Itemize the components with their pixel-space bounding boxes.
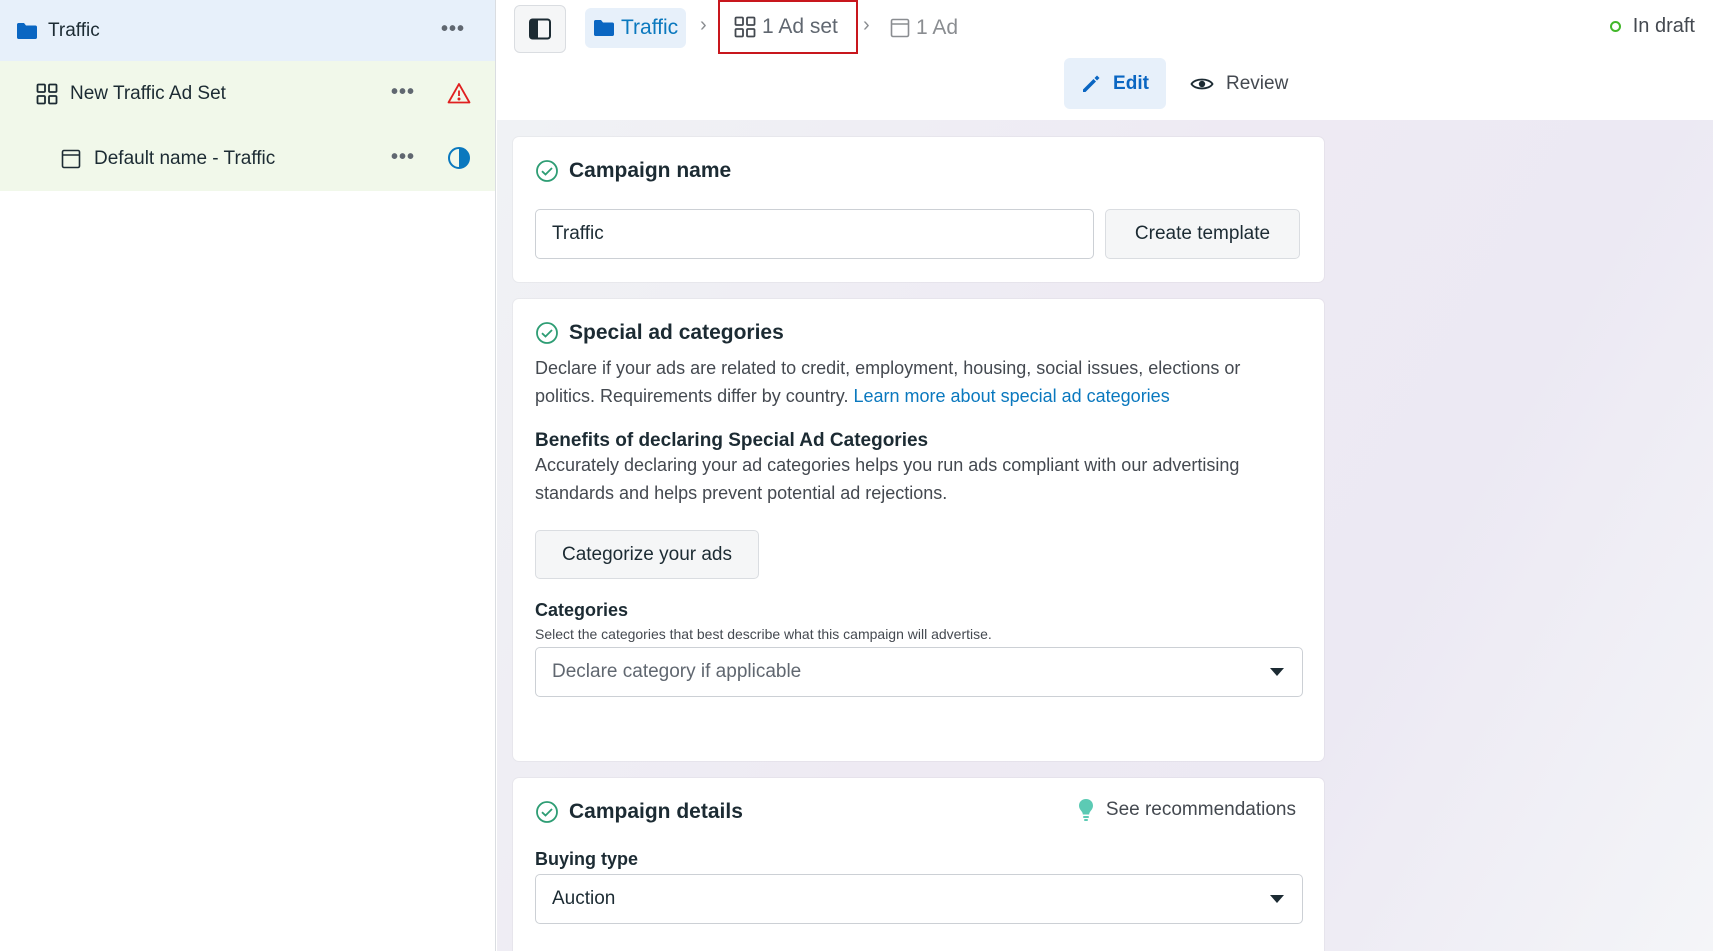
more-options-button[interactable]: ••• [391, 82, 415, 102]
section-title-label: Campaign name [569, 159, 732, 182]
editor-main: Campaign name Traffic Create template Sp… [497, 120, 1713, 951]
benefits-heading: Benefits of declaring Special Ad Categor… [535, 430, 929, 451]
categorize-ads-button[interactable]: Categorize your ads [535, 530, 759, 579]
tree-item-adset[interactable]: New Traffic Ad Set ••• [0, 61, 495, 126]
status-dot-icon [1609, 21, 1621, 32]
buying-type-select[interactable]: Auction [535, 874, 1303, 924]
tree-item-label: New Traffic Ad Set [70, 82, 226, 104]
half-circle-icon [446, 145, 472, 171]
review-mode-button[interactable]: Review [1190, 58, 1288, 109]
caret-down-icon [1270, 895, 1284, 903]
see-recommendations-button[interactable]: See recommendations [1078, 798, 1296, 822]
section-title: Campaign details [535, 800, 743, 824]
tree-item-ad[interactable]: Default name - Traffic ••• [0, 126, 495, 191]
breadcrumb-ad[interactable]: 1 Ad [890, 8, 958, 48]
tree-item-campaign[interactable]: Traffic ••• [0, 0, 495, 61]
campaign-name-card: Campaign name Traffic Create template [513, 137, 1324, 282]
tree-item-label: Default name - Traffic [94, 147, 276, 169]
edit-label: Edit [1113, 72, 1149, 94]
categories-help-text: Select the categories that best describe… [535, 626, 992, 642]
editor-header: Traffic › 1 Ad set › 1 Ad In draft Edit … [497, 0, 1713, 120]
folder-icon [593, 19, 615, 37]
warning-icon [446, 80, 472, 106]
breadcrumb-label: 1 Ad [916, 16, 959, 39]
sidebar-toggle-icon [528, 18, 552, 40]
caret-down-icon [1270, 668, 1284, 676]
categories-placeholder: Declare category if applicable [552, 661, 802, 682]
special-ad-categories-card: Special ad categories Declare if your ad… [513, 299, 1324, 761]
grid-icon [36, 83, 58, 105]
section-title: Special ad categories [535, 321, 784, 345]
breadcrumb-label: Traffic [621, 16, 679, 39]
create-template-button[interactable]: Create template [1105, 209, 1300, 259]
more-options-button[interactable]: ••• [391, 147, 415, 167]
edit-mode-button[interactable]: Edit [1064, 58, 1166, 109]
check-circle-icon [535, 159, 559, 183]
section-title: Campaign name [535, 159, 731, 183]
breadcrumb-separator: › [863, 14, 870, 36]
check-circle-icon [535, 800, 559, 824]
folder-icon [16, 20, 38, 42]
toggle-sidebar-button[interactable] [514, 5, 566, 53]
draft-status: In draft [1609, 15, 1695, 38]
check-circle-icon [535, 321, 559, 345]
campaign-tree-sidebar: Traffic ••• New Traffic Ad Set ••• Defau… [0, 0, 496, 951]
campaign-name-input[interactable]: Traffic [535, 209, 1094, 259]
lightbulb-icon [1078, 798, 1094, 822]
benefits-text: Accurately declaring your ad categories … [535, 455, 1240, 503]
breadcrumb-label: 1 Ad set [762, 15, 838, 38]
buying-type-label: Buying type [535, 849, 639, 869]
pencil-icon [1081, 74, 1101, 94]
ad-icon [890, 18, 910, 38]
recommendations-label: See recommendations [1105, 799, 1296, 820]
breadcrumb-adset[interactable]: 1 Ad set [718, 0, 858, 54]
eye-icon [1190, 76, 1214, 92]
buying-type-value: Auction [552, 888, 616, 909]
learn-more-link[interactable]: Learn more about special ad categories [854, 386, 1170, 406]
draft-status-label: In draft [1632, 15, 1695, 37]
grid-icon [734, 16, 756, 38]
categories-label: Categories [535, 600, 629, 620]
tree-item-label: Traffic [48, 19, 100, 41]
section-title-label: Special ad categories [569, 321, 784, 344]
categories-select[interactable]: Declare category if applicable [535, 647, 1303, 697]
more-options-button[interactable]: ••• [441, 19, 465, 39]
breadcrumb-separator: › [700, 14, 707, 36]
special-categories-description: Declare if your ads are related to credi… [535, 354, 1305, 410]
review-label: Review [1226, 72, 1289, 94]
campaign-details-card: Campaign details See recommendations Buy… [513, 778, 1324, 951]
section-title-label: Campaign details [569, 800, 743, 823]
breadcrumb-campaign[interactable]: Traffic [585, 8, 687, 48]
ad-icon [60, 148, 82, 170]
